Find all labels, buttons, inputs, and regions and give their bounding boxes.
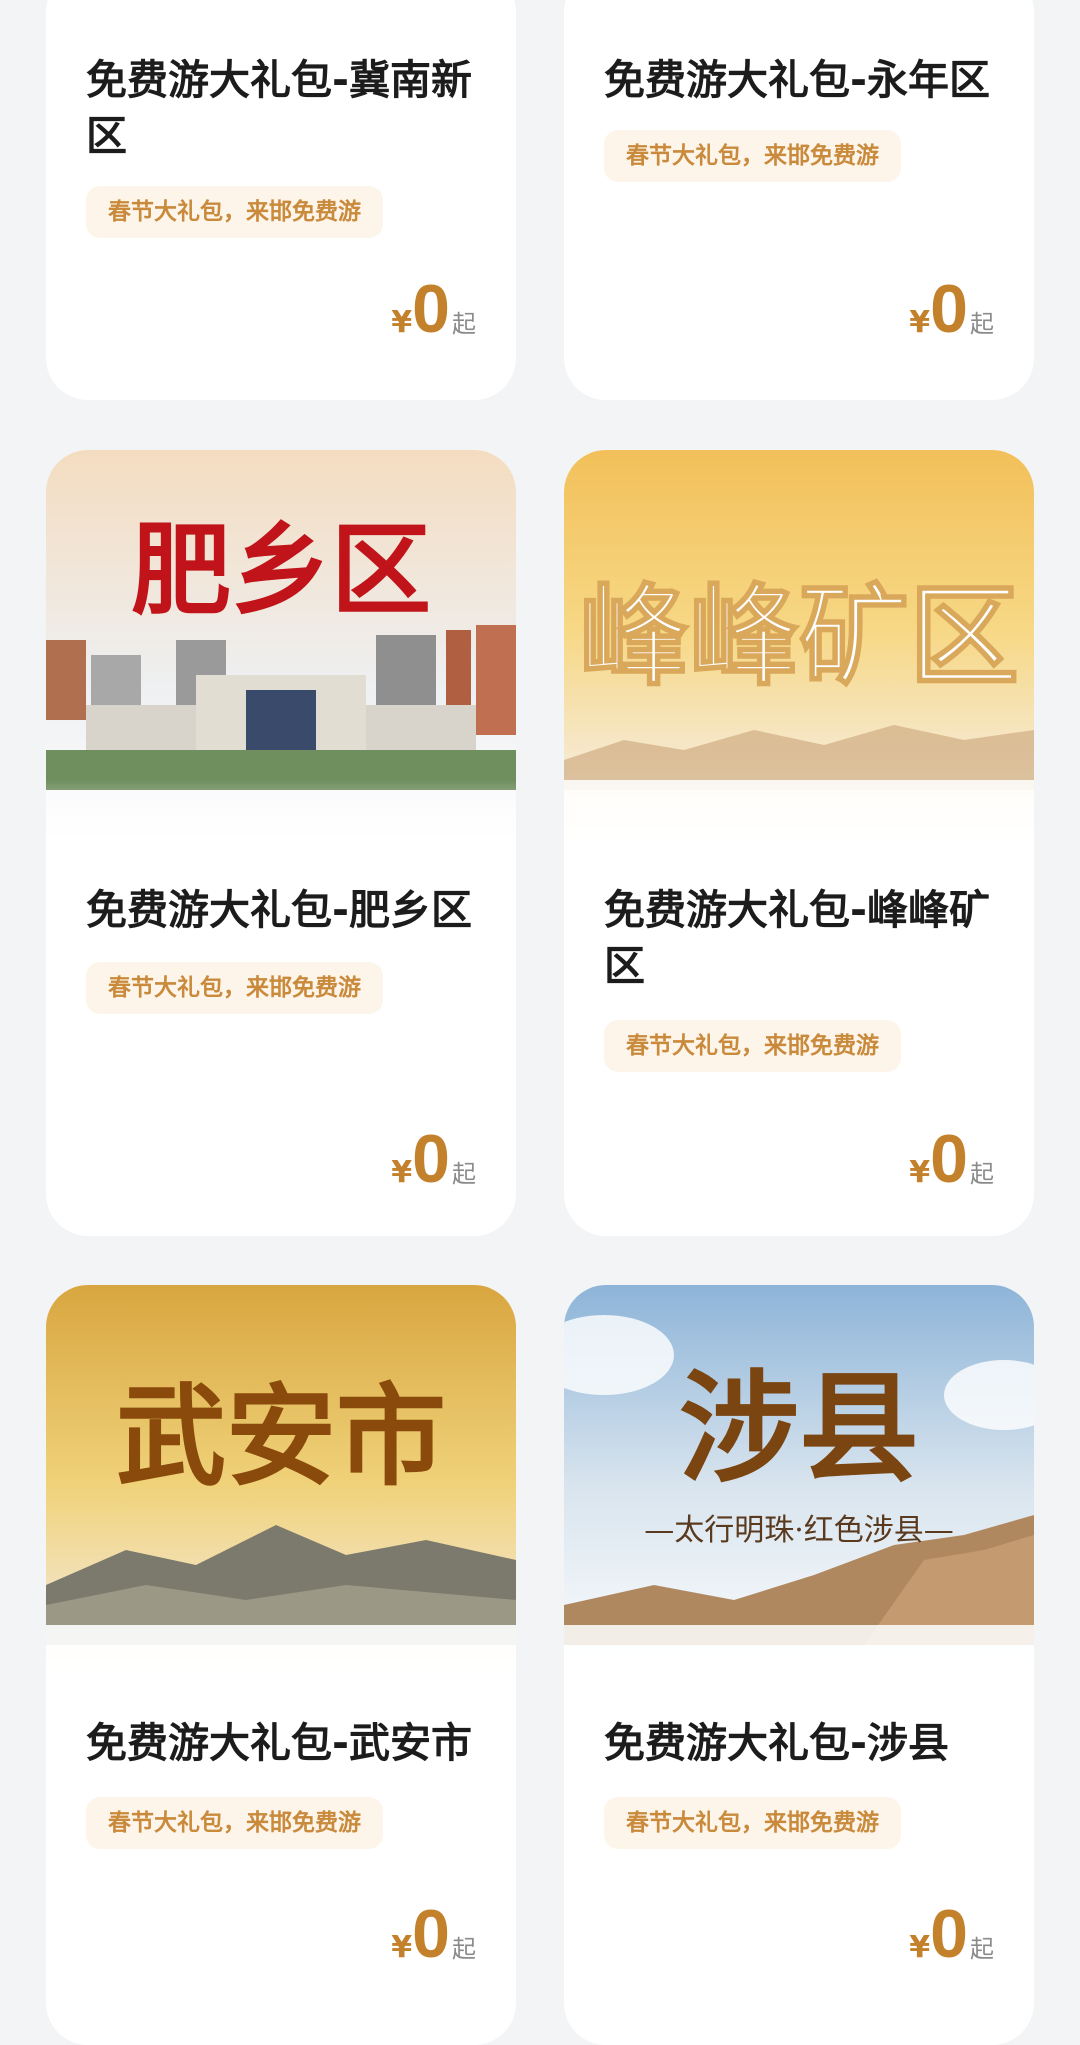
price-value: 0 xyxy=(930,1896,968,1972)
card-image: 武安市 xyxy=(46,1285,516,1685)
card-image: 峰峰矿区 xyxy=(564,450,1034,850)
card-image: 涉县 —太行明珠·红色涉县— xyxy=(564,1285,1034,1685)
card-title: 免费游大礼包-武安市 xyxy=(86,1719,473,1767)
promo-tag: 春节大礼包，来邯免费游 xyxy=(604,1797,901,1849)
price-value: 0 xyxy=(930,1121,968,1197)
image-subtitle: —太行明珠·红色涉县— xyxy=(644,1513,954,1548)
image-title: 肥乡区 xyxy=(131,511,431,629)
price: ¥0起 xyxy=(391,1120,476,1198)
price-suffix: 起 xyxy=(970,1935,994,1963)
card-title: 免费游大礼包-涉县 xyxy=(604,1719,950,1767)
price-suffix: 起 xyxy=(452,1160,476,1188)
promo-tag: 春节大礼包，来邯免费游 xyxy=(86,962,383,1014)
card-title: 免费游大礼包-永年区 xyxy=(604,56,991,104)
currency-symbol: ¥ xyxy=(909,305,931,340)
currency-symbol: ¥ xyxy=(909,1930,931,1965)
image-title: 峰峰矿区 xyxy=(579,572,1019,701)
card-title: 免费游大礼包-冀南新区 xyxy=(86,56,473,160)
product-card-feixiang[interactable]: 肥乡区 免费游大礼包-肥乡区 春节大礼包，来邯免费游 ¥0起 xyxy=(46,450,516,1236)
price-value: 0 xyxy=(412,1121,450,1197)
card-title: 免费游大礼包-肥乡区 xyxy=(86,886,473,934)
price-value: 0 xyxy=(412,271,450,347)
card-title: 免费游大礼包-峰峰矿区 xyxy=(604,886,991,990)
price-suffix: 起 xyxy=(970,1160,994,1188)
currency-symbol: ¥ xyxy=(391,1155,413,1190)
product-card-shexian[interactable]: 涉县 —太行明珠·红色涉县— 免费游大礼包-涉县 春节大礼包，来邯免费游 ¥0起 xyxy=(564,1285,1034,2045)
promo-tag: 春节大礼包，来邯免费游 xyxy=(604,130,901,182)
price-suffix: 起 xyxy=(452,1935,476,1963)
currency-symbol: ¥ xyxy=(391,305,413,340)
image-title: 武安市 xyxy=(116,1372,446,1501)
product-card-yongnian[interactable]: 免费游大礼包-永年区 春节大礼包，来邯免费游 ¥0起 xyxy=(564,0,1034,400)
promo-tag: 春节大礼包，来邯免费游 xyxy=(604,1020,901,1072)
promo-tag: 春节大礼包，来邯免费游 xyxy=(86,186,383,238)
product-card-fengfeng[interactable]: 峰峰矿区 免费游大礼包-峰峰矿区 春节大礼包，来邯免费游 ¥0起 xyxy=(564,450,1034,1236)
price-value: 0 xyxy=(930,271,968,347)
price: ¥0起 xyxy=(909,1120,994,1198)
product-card-jinan[interactable]: 免费游大礼包-冀南新区 春节大礼包，来邯免费游 ¥0起 xyxy=(46,0,516,400)
price-value: 0 xyxy=(412,1896,450,1972)
image-title: 涉县 xyxy=(679,1358,919,1499)
product-card-wuan[interactable]: 武安市 免费游大礼包-武安市 春节大礼包，来邯免费游 ¥0起 xyxy=(46,1285,516,2045)
currency-symbol: ¥ xyxy=(391,1930,413,1965)
currency-symbol: ¥ xyxy=(909,1155,931,1190)
price-suffix: 起 xyxy=(970,310,994,338)
price: ¥0起 xyxy=(909,1895,994,1973)
price: ¥0起 xyxy=(391,270,476,348)
card-image: 肥乡区 xyxy=(46,450,516,850)
price: ¥0起 xyxy=(909,270,994,348)
price: ¥0起 xyxy=(391,1895,476,1973)
promo-tag: 春节大礼包，来邯免费游 xyxy=(86,1797,383,1849)
price-suffix: 起 xyxy=(452,310,476,338)
